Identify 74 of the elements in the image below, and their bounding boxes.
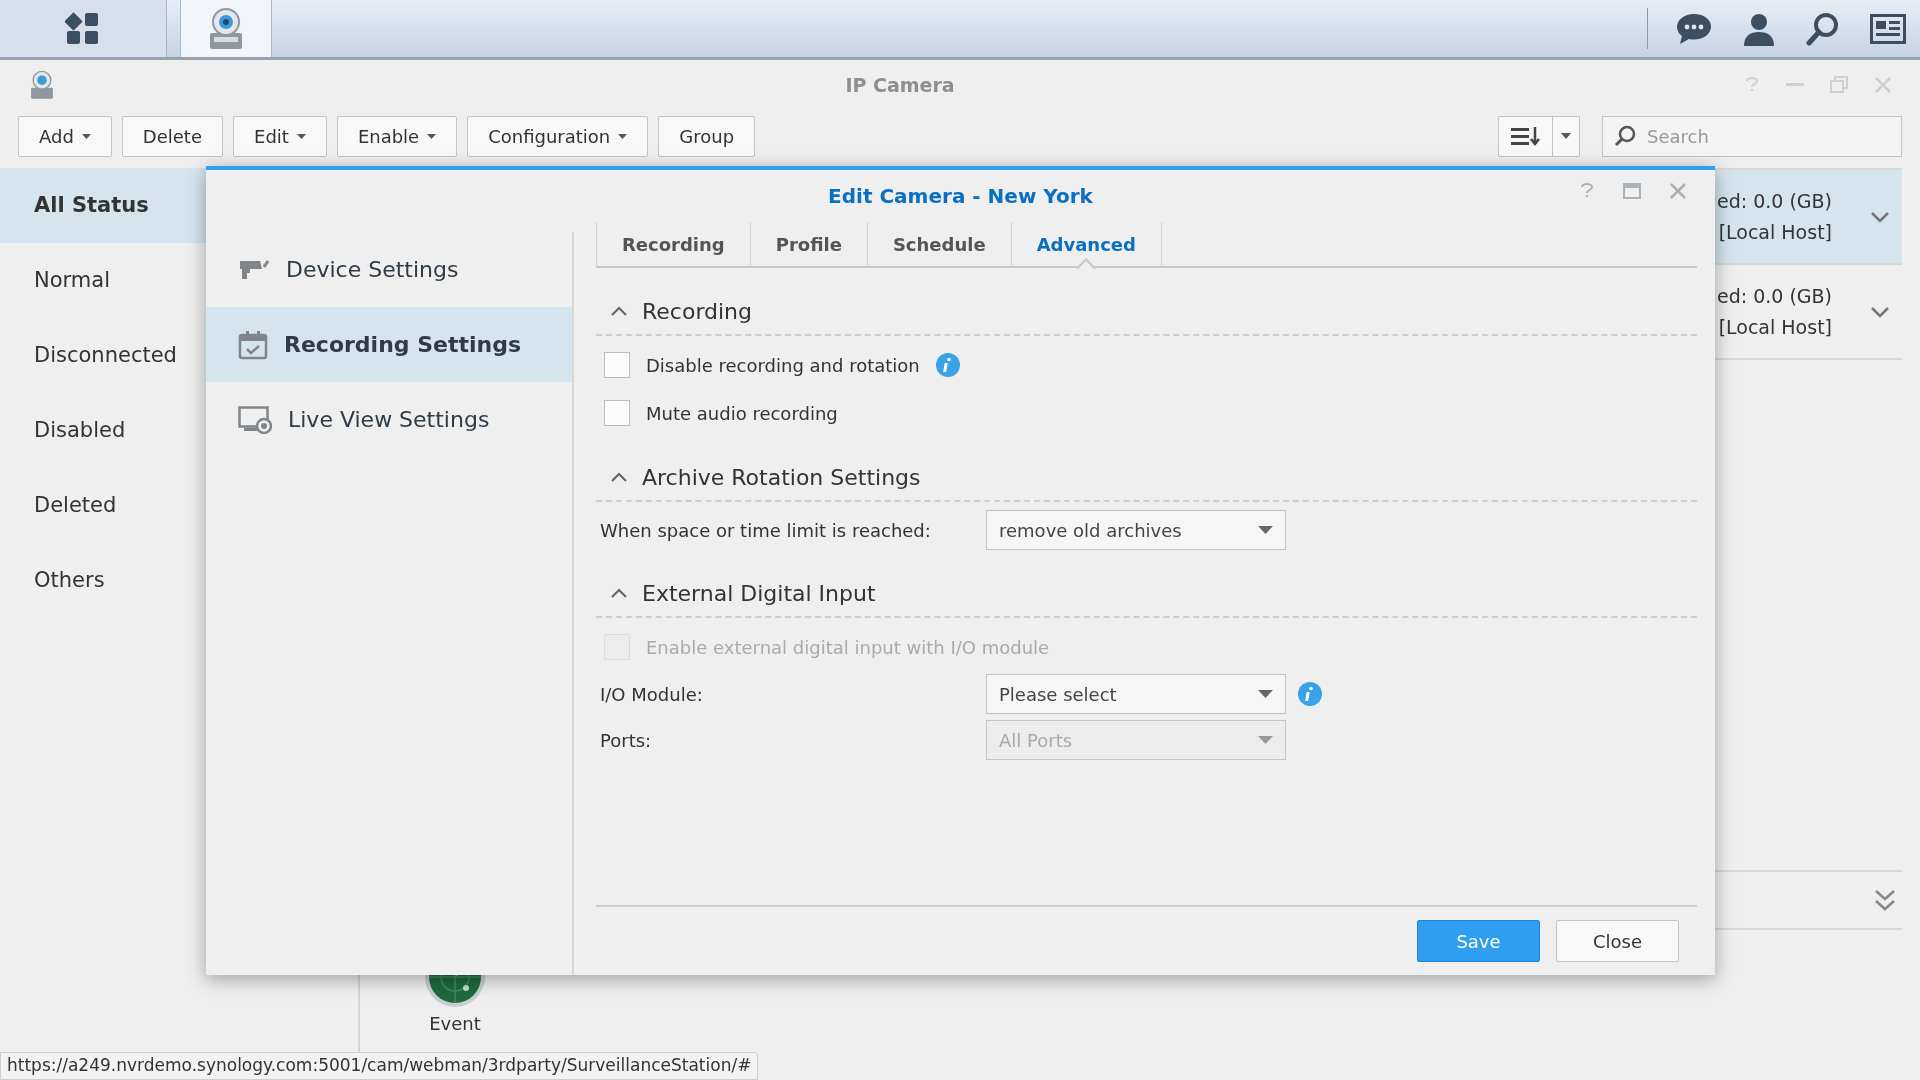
- info-icon[interactable]: [935, 353, 960, 377]
- checkbox-label: Enable external digital input with I/O module: [646, 635, 1050, 660]
- sidebar-item[interactable]: Others: [0, 543, 206, 618]
- checkbox-label: Disable recording and rotation: [646, 353, 920, 378]
- toolbar-button[interactable]: Configuration: [467, 115, 649, 157]
- field-label: When space or time limit is reached:: [600, 518, 932, 543]
- window-title: IP Camera: [845, 72, 955, 98]
- search-icon[interactable]: [1806, 11, 1840, 46]
- chevron-up-icon: [610, 587, 628, 599]
- caret-icon: [618, 133, 628, 139]
- tab[interactable]: Profile: [750, 222, 868, 266]
- dropdown[interactable]: Please select: [986, 674, 1286, 714]
- section-header[interactable]: External Digital Input: [596, 570, 1697, 618]
- sidebar-item[interactable]: Normal: [0, 243, 206, 318]
- tab[interactable]: Recording: [596, 222, 751, 266]
- checkbox-label: Mute audio recording: [646, 401, 838, 426]
- caret-icon: [1258, 690, 1273, 698]
- nav-item[interactable]: Live View Settings: [206, 382, 572, 457]
- sidebar-item[interactable]: Deleted: [0, 468, 206, 543]
- caret-icon: [1258, 526, 1273, 534]
- user-icon[interactable]: [1742, 11, 1776, 46]
- nav-item[interactable]: Device Settings: [206, 232, 572, 307]
- search-icon: [1614, 124, 1636, 147]
- caret-icon: [81, 133, 91, 139]
- chat-icon[interactable]: [1676, 11, 1712, 46]
- widgets-icon[interactable]: [1870, 13, 1906, 44]
- tab[interactable]: Schedule: [867, 222, 1012, 266]
- launcher-label: Event: [429, 1012, 481, 1036]
- grid-icon: [65, 10, 101, 47]
- maximize-icon[interactable]: [1623, 183, 1641, 199]
- close-button[interactable]: Close: [1556, 920, 1679, 962]
- caret-icon: [1258, 736, 1273, 744]
- monitor-camera-icon: [238, 405, 272, 434]
- app-icon: [28, 70, 56, 100]
- chevron-down-icon[interactable]: [1870, 305, 1890, 318]
- storage-usage: ed: 0.0 (GB): [1716, 188, 1832, 214]
- calendar-icon: [238, 329, 268, 360]
- chevron-up-icon: [610, 471, 628, 483]
- camera-host: [Local Host]: [1718, 219, 1832, 245]
- checkbox[interactable]: [604, 352, 630, 378]
- chevron-down-icon[interactable]: [1870, 210, 1890, 223]
- section-header[interactable]: Archive Rotation Settings: [596, 454, 1697, 502]
- checkbox[interactable]: [604, 400, 630, 426]
- field-label: Ports:: [600, 728, 653, 753]
- caret-icon: [1561, 133, 1571, 139]
- caret-icon: [296, 133, 306, 139]
- toolbar-button[interactable]: Delete: [121, 115, 223, 157]
- dropdown[interactable]: remove old archives: [986, 510, 1286, 550]
- double-chevron-icon[interactable]: [1874, 888, 1896, 912]
- storage-usage: ed: 0.0 (GB): [1716, 283, 1832, 309]
- toolbar-button[interactable]: Group: [658, 115, 756, 157]
- status-url: https://a249.nvrdemo.synology.com:5001/cam/webman/3rdparty/SurveillanceStation/#: [0, 1052, 759, 1080]
- taskbar-app-button[interactable]: [180, 0, 272, 57]
- help-icon[interactable]: [1579, 183, 1595, 199]
- camera-host: [Local Host]: [1718, 314, 1832, 340]
- dropdown: All Ports: [986, 720, 1286, 760]
- toolbar-button[interactable]: Edit: [233, 115, 327, 157]
- sidebar-item[interactable]: All Status: [0, 168, 206, 243]
- search-field[interactable]: Search: [1602, 115, 1902, 157]
- section-header[interactable]: Recording: [596, 288, 1697, 336]
- main-menu-button[interactable]: [0, 0, 167, 57]
- sidebar-item[interactable]: Disabled: [0, 393, 206, 468]
- sidebar-item[interactable]: Disconnected: [0, 318, 206, 393]
- close-icon[interactable]: [1669, 182, 1687, 200]
- dialog-title: Edit Camera - New York: [828, 183, 1093, 210]
- sort-icon: [1510, 126, 1541, 146]
- nav-item[interactable]: Recording Settings: [206, 307, 572, 382]
- sort-button[interactable]: [1498, 115, 1580, 157]
- field-label: I/O Module:: [600, 682, 704, 707]
- caret-icon: [427, 133, 437, 139]
- chevron-up-icon: [610, 305, 628, 317]
- info-icon[interactable]: [1298, 682, 1322, 706]
- toolbar-button[interactable]: Add: [18, 115, 112, 157]
- toolbar-button[interactable]: Enable: [336, 115, 458, 157]
